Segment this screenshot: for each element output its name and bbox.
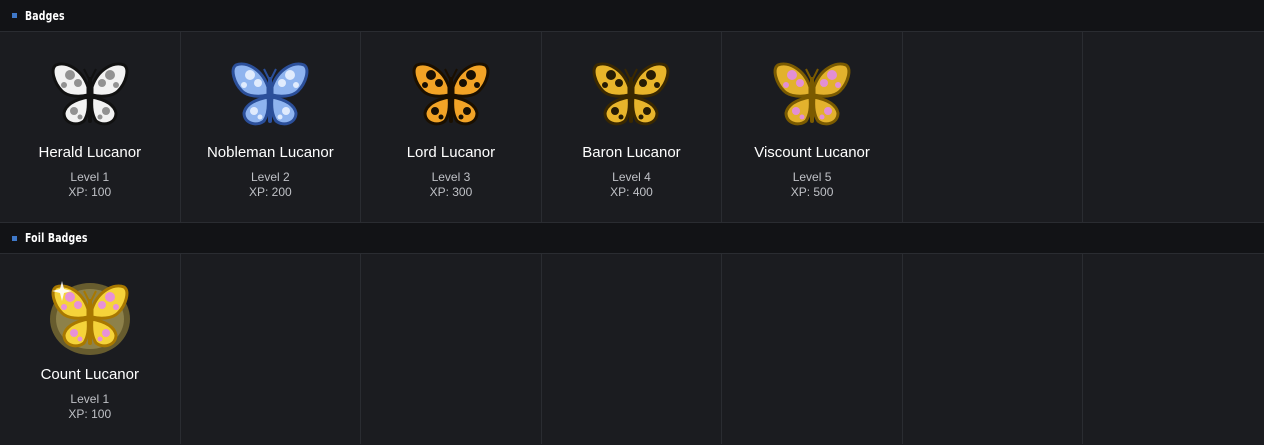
badge-name: Lord Lucanor bbox=[406, 144, 496, 161]
section-bullet-icon bbox=[12, 235, 17, 241]
section-title: Foil Badges bbox=[25, 231, 88, 245]
badge-level: Level 5 bbox=[792, 170, 832, 184]
badge-name: Herald Lucanor bbox=[38, 144, 142, 161]
badge-xp: XP: 100 bbox=[68, 407, 112, 421]
section-title: Badges bbox=[25, 8, 65, 23]
badges-section-header: Badges bbox=[0, 0, 1264, 32]
empty-badge-slot bbox=[1083, 32, 1264, 222]
empty-badge-slot bbox=[903, 32, 1084, 222]
butterfly-foil-icon bbox=[49, 281, 130, 355]
foil-badges-section-header: Foil Badges bbox=[0, 222, 1264, 254]
foil-badges-grid: Count Lucanor Level 1 XP: 100 bbox=[0, 254, 1264, 444]
butterfly-gold-icon bbox=[593, 62, 670, 126]
badge-level: Level 2 bbox=[251, 170, 290, 184]
empty-badge-slot bbox=[903, 254, 1084, 444]
badge-xp: XP: 200 bbox=[249, 185, 292, 199]
badge-level: Level 4 bbox=[612, 170, 651, 184]
badge-name: Viscount Lucanor bbox=[754, 144, 870, 161]
empty-badge-slot bbox=[181, 254, 362, 444]
badge-name: Baron Lucanor bbox=[582, 144, 681, 161]
badge-card[interactable]: Viscount Lucanor Level 5 XP: 500 bbox=[722, 32, 903, 222]
badge-card[interactable]: Baron Lucanor Level 4 XP: 400 bbox=[542, 32, 723, 222]
badge-card[interactable]: Herald Lucanor Level 1 XP: 100 bbox=[0, 32, 181, 222]
badge-card[interactable]: Nobleman Lucanor Level 2 XP: 200 bbox=[181, 32, 362, 222]
badge-card[interactable]: Count Lucanor Level 1 XP: 100 bbox=[0, 254, 181, 444]
butterfly-orange-icon bbox=[412, 62, 490, 126]
butterfly-pink-gold-icon bbox=[773, 62, 851, 126]
badges-grid: Herald Lucanor Level 1 XP: 100 Nobleman … bbox=[0, 32, 1264, 222]
badge-xp: XP: 400 bbox=[610, 185, 653, 199]
butterfly-blue-icon bbox=[231, 62, 309, 126]
empty-badge-slot bbox=[1083, 254, 1264, 444]
badge-name: Nobleman Lucanor bbox=[206, 144, 334, 161]
badge-level: Level 1 bbox=[70, 170, 110, 184]
badge-level: Level 3 bbox=[431, 170, 471, 184]
empty-badge-slot bbox=[542, 254, 723, 444]
badge-level: Level 1 bbox=[70, 392, 110, 406]
badge-xp: XP: 100 bbox=[68, 185, 112, 199]
badge-card[interactable]: Lord Lucanor Level 3 XP: 300 bbox=[361, 32, 542, 222]
badge-xp: XP: 300 bbox=[429, 185, 473, 199]
section-bullet-icon bbox=[12, 13, 17, 18]
butterfly-silver-icon bbox=[51, 62, 129, 126]
empty-badge-slot bbox=[722, 254, 903, 444]
empty-badge-slot bbox=[361, 254, 542, 444]
badge-name: Count Lucanor bbox=[40, 366, 139, 383]
badge-xp: XP: 500 bbox=[790, 185, 834, 199]
